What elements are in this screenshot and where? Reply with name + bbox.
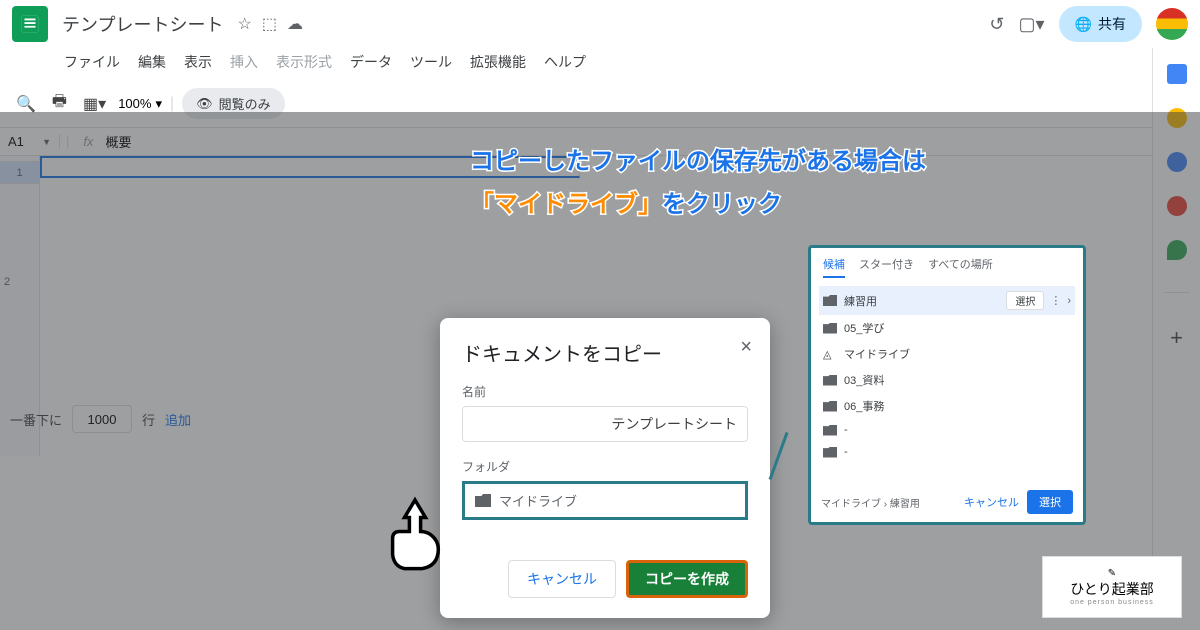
- picker-tab-all[interactable]: すべての場所: [928, 256, 993, 278]
- picker-row[interactable]: -: [819, 419, 1075, 441]
- drive-icon: ◬: [823, 348, 837, 361]
- folder-icon: [823, 375, 837, 386]
- document-title[interactable]: テンプレートシート: [56, 9, 229, 39]
- folder-icon: [823, 401, 837, 412]
- menu-tools[interactable]: ツール: [402, 48, 460, 76]
- move-icon[interactable]: ⬚: [262, 14, 277, 34]
- menu-extensions[interactable]: 拡張機能: [462, 48, 534, 76]
- picker-row[interactable]: 05_学び: [819, 315, 1075, 341]
- chevron-right-icon[interactable]: ›: [1067, 295, 1071, 307]
- history-icon[interactable]: ↺: [989, 14, 1004, 35]
- picker-row-selected[interactable]: 練習用 選択 ⋮ ›: [819, 286, 1075, 315]
- account-avatar[interactable]: [1156, 8, 1188, 40]
- picker-row[interactable]: ◬マイドライブ: [819, 341, 1075, 367]
- copy-dialog: ドキュメントをコピー × 名前 フォルダ マイドライブ キャンセル コピーを作成: [440, 318, 770, 618]
- menu-view[interactable]: 表示: [176, 48, 220, 76]
- brand-badge: ✎ ひとり起業部 one person business: [1042, 556, 1182, 618]
- menu-insert: 挿入: [222, 48, 266, 76]
- name-label: 名前: [462, 383, 748, 400]
- menu-edit[interactable]: 編集: [130, 48, 174, 76]
- create-copy-button[interactable]: コピーを作成: [626, 560, 748, 598]
- annotation-text: コピーしたファイルの保存先がある場合は 「マイドライブ」をクリック: [470, 140, 926, 226]
- picker-row[interactable]: 03_資料: [819, 367, 1075, 393]
- picker-select-button[interactable]: 選択: [1027, 490, 1073, 514]
- dialog-title: ドキュメントをコピー: [462, 338, 748, 367]
- meet-icon[interactable]: ▢▾: [1019, 14, 1045, 35]
- close-icon[interactable]: ×: [740, 336, 752, 359]
- cloud-saved-icon: ☁: [287, 14, 303, 34]
- menu-help[interactable]: ヘルプ: [536, 48, 594, 76]
- picker-row[interactable]: -: [819, 441, 1075, 463]
- pointing-hand-icon: [380, 490, 450, 580]
- picker-breadcrumb[interactable]: マイドライブ › 練習用: [821, 495, 920, 510]
- zoom-dropdown[interactable]: 100% ▾: [118, 96, 162, 112]
- folder-icon: [823, 425, 837, 436]
- menu-file[interactable]: ファイル: [56, 48, 128, 76]
- sheets-logo-icon: [12, 6, 48, 42]
- app-header: テンプレートシート ☆ ⬚ ☁ ↺ ▢▾ 🌐 共有: [0, 0, 1200, 48]
- star-icon[interactable]: ☆: [237, 14, 251, 34]
- menu-format: 表示形式: [268, 48, 340, 76]
- more-icon[interactable]: ⋮: [1050, 294, 1061, 307]
- cancel-button[interactable]: キャンセル: [508, 560, 616, 598]
- copy-name-input[interactable]: [462, 406, 748, 442]
- folder-icon: [823, 323, 837, 334]
- folder-picker-button[interactable]: マイドライブ: [462, 481, 748, 520]
- picker-cancel-button[interactable]: キャンセル: [964, 494, 1019, 510]
- folder-icon: [475, 494, 491, 507]
- picker-tab-suggested[interactable]: 候補: [823, 256, 845, 278]
- menu-bar: ファイル 編集 表示 挿入 表示形式 データ ツール 拡張機能 ヘルプ: [0, 48, 1200, 76]
- folder-picker-panel: 候補 スター付き すべての場所 練習用 選択 ⋮ › 05_学び ◬マイドライブ…: [808, 245, 1086, 525]
- folder-label: フォルダ: [462, 458, 748, 475]
- folder-icon: [823, 447, 837, 458]
- folder-icon: [823, 295, 837, 306]
- picker-row[interactable]: 06_事務: [819, 393, 1075, 419]
- picker-tab-starred[interactable]: スター付き: [859, 256, 914, 278]
- share-button[interactable]: 🌐 共有: [1059, 6, 1142, 42]
- menu-data[interactable]: データ: [342, 48, 400, 76]
- eye-icon: 👁: [196, 96, 213, 112]
- globe-icon: 🌐: [1075, 16, 1092, 33]
- selected-badge: 選択: [1006, 291, 1044, 310]
- calendar-icon[interactable]: [1167, 64, 1187, 84]
